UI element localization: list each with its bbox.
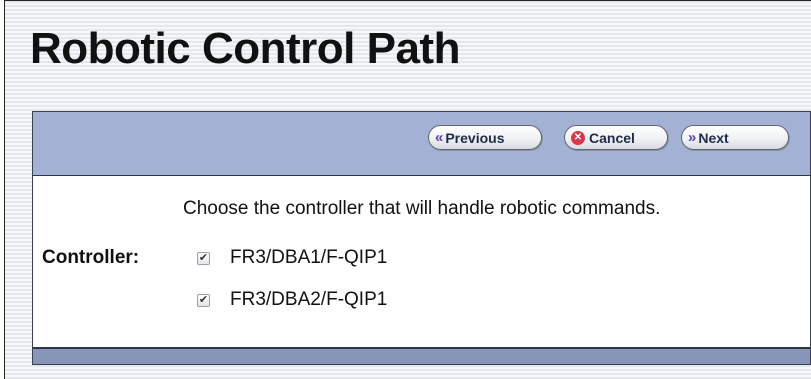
- next-button-label: Next: [698, 129, 729, 146]
- controller-option: ✔ FR3/DBA1/F-QIP1: [197, 246, 387, 270]
- controller-checkbox[interactable]: ✔: [197, 251, 210, 265]
- previous-button-label: Previous: [445, 129, 505, 146]
- cancel-button-label: Cancel: [589, 129, 635, 146]
- controller-option: ✔ FR3/DBA2/F-QIP1: [197, 288, 387, 312]
- previous-button[interactable]: « Previous: [428, 125, 542, 150]
- double-chevron-right-icon: »: [688, 129, 696, 146]
- wizard-footer-bar: [33, 347, 810, 364]
- instruction-text: Choose the controller that will handle r…: [183, 198, 661, 219]
- wizard-panel: « Previous ✕ Cancel » Next Choose the co…: [32, 111, 811, 365]
- page-frame: Robotic Control Path « Previous ✕ Cancel…: [4, 0, 811, 379]
- screen: Robotic Control Path « Previous ✕ Cancel…: [0, 0, 811, 379]
- wizard-toolbar: « Previous ✕ Cancel » Next: [33, 112, 810, 176]
- double-chevron-left-icon: «: [435, 129, 443, 146]
- controller-name: FR3/DBA1/F-QIP1: [230, 247, 388, 268]
- cancel-x-icon: ✕: [571, 130, 585, 145]
- page-title: Robotic Control Path: [30, 24, 460, 73]
- controller-label: Controller:: [42, 247, 140, 268]
- cancel-button[interactable]: ✕ Cancel: [564, 125, 668, 150]
- controller-name: FR3/DBA2/F-QIP1: [230, 289, 388, 310]
- next-button[interactable]: » Next: [681, 125, 789, 150]
- controller-checkbox[interactable]: ✔: [197, 293, 210, 307]
